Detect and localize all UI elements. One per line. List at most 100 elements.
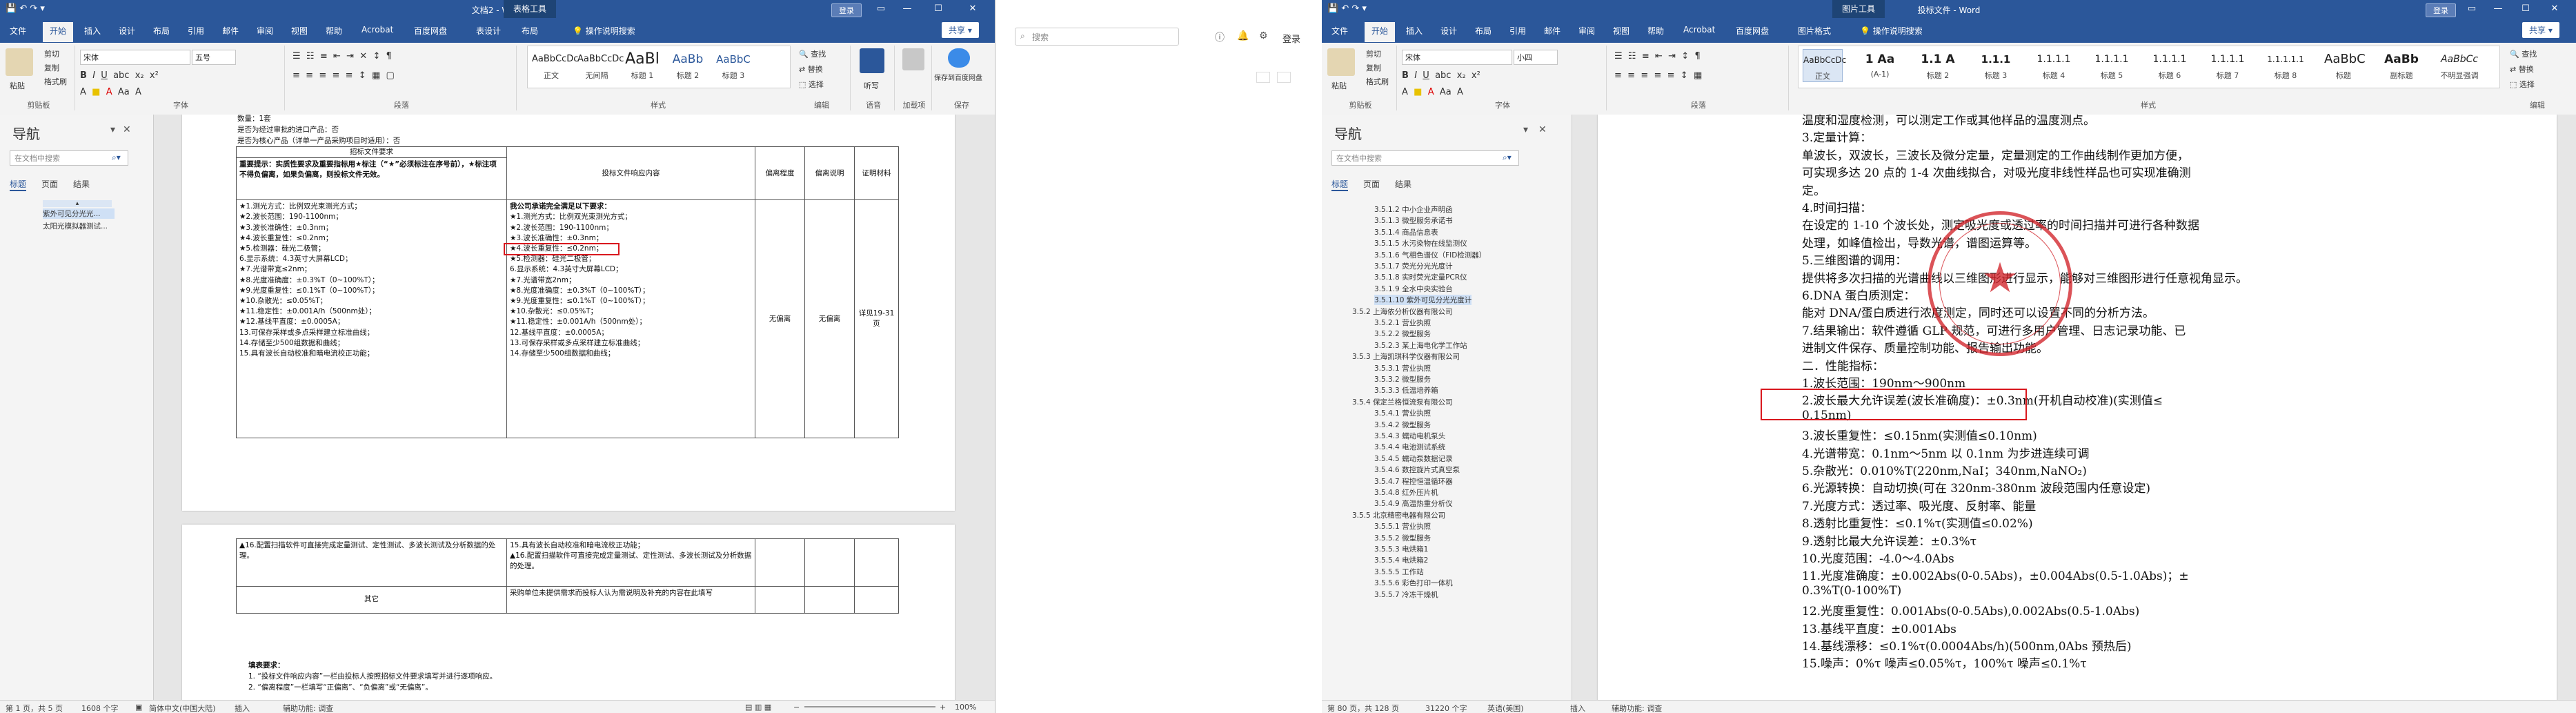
format-painter-button[interactable]: 格式刷 bbox=[44, 76, 67, 87]
tab-insert[interactable]: 插入 bbox=[1406, 25, 1423, 37]
nav-heading-item[interactable]: 3.5.4.5 蠕动泵数据记录 bbox=[1374, 453, 1453, 464]
copy-button[interactable]: 复制 bbox=[44, 62, 59, 73]
nav-heading-item[interactable]: 3.5.5 北京精密电器有限公司 bbox=[1352, 510, 1445, 520]
status-zoom[interactable]: 100% bbox=[955, 703, 976, 712]
nav-heading-item[interactable]: 3.5.5.3 电烘箱1 bbox=[1374, 544, 1428, 554]
status-accessibility[interactable]: 辅助功能: 调查 bbox=[283, 703, 333, 713]
format-painter-button[interactable]: 格式刷 bbox=[1366, 76, 1389, 87]
nav-heading-item[interactable]: 3.5.1.8 实时荧光定量PCR仪 bbox=[1374, 272, 1467, 282]
status-page[interactable]: 第 1 页，共 5 页 bbox=[6, 703, 63, 713]
tab-home[interactable]: 开始 bbox=[43, 22, 74, 42]
tab-insert[interactable]: 插入 bbox=[84, 25, 101, 37]
tell-me-search[interactable]: 💡 操作说明搜索 bbox=[573, 25, 635, 37]
font-format-row[interactable]: B I U abc x₂ x² bbox=[80, 70, 159, 81]
cut-button[interactable]: 剪切 bbox=[1366, 48, 1381, 59]
nav-heading-item[interactable]: 3.5.1.5 水污染物在线监测仪 bbox=[1374, 238, 1467, 248]
nav-heading-item[interactable]: 紫外可见分光光... bbox=[43, 208, 115, 219]
nav-heading-item[interactable]: 太阳光模拟器测试... bbox=[43, 221, 108, 231]
nav-heading-item[interactable]: 3.5.1.10 紫外可见分光光度计 bbox=[1374, 295, 1472, 306]
zoom-slider[interactable] bbox=[804, 706, 935, 707]
font-color-row[interactable]: A ■ A Aa A bbox=[1402, 87, 1463, 97]
list-buttons[interactable]: ☰ ☷ ≡ ⇤ ⇥ ↕ ¶ bbox=[1614, 51, 1701, 61]
align-buttons[interactable]: ≡ ≡ ≡ ≡ ≡ ↕ ▦ bbox=[1614, 70, 1702, 81]
ribbon-display-icon[interactable]: ▭ bbox=[871, 3, 891, 14]
select-button[interactable]: ⬚ 选择 bbox=[2510, 79, 2535, 90]
tab-view[interactable]: 视图 bbox=[1613, 25, 1629, 37]
nav-heading-item[interactable]: 3.5.4.9 高温热重分析仪 bbox=[1374, 498, 1453, 509]
tab-file[interactable]: 文件 bbox=[1331, 25, 1348, 37]
nav-heading-item[interactable]: 3.5.1.3 微型服务承诺书 bbox=[1374, 215, 1453, 226]
view-buttons[interactable]: ▤ ▥ ▦ bbox=[745, 703, 771, 712]
tab-layout[interactable]: 布局 bbox=[153, 25, 170, 37]
nav-heading-item[interactable]: 3.5.3.3 低温培养箱 bbox=[1374, 385, 1438, 395]
status-words[interactable]: 31220 个字 bbox=[1425, 703, 1467, 713]
tab-references[interactable]: 引用 bbox=[188, 25, 204, 37]
nav-heading-item[interactable]: 3.5.4 保定兰格恒流泵有限公司 bbox=[1352, 397, 1453, 407]
tab-home[interactable]: 开始 bbox=[1365, 22, 1396, 42]
style-item[interactable]: 1.1.1.1 标题 4 bbox=[2034, 49, 2073, 81]
align-buttons[interactable]: ≡ ≡ ≡ ≡ ≡ ↕ ▦ ▢ bbox=[293, 70, 395, 81]
nav-tab-results[interactable]: 结果 bbox=[1395, 178, 1411, 190]
paste-button[interactable]: 粘贴 bbox=[10, 80, 25, 91]
nav-tab-pages[interactable]: 页面 bbox=[1363, 178, 1380, 190]
style-item[interactable]: AaBb 副标题 bbox=[2382, 49, 2421, 81]
status-page[interactable]: 第 80 页，共 128 页 bbox=[1327, 703, 1399, 713]
nav-heading-item[interactable]: 3.5.4.6 数控旋片式真空泵 bbox=[1374, 465, 1460, 475]
tab-table-design[interactable]: 表设计 bbox=[476, 25, 501, 37]
baidu-cloud-icon[interactable] bbox=[948, 48, 970, 68]
paste-icon[interactable] bbox=[1327, 48, 1355, 76]
nav-heading-item[interactable]: 3.5.1.7 荧光分光光度计 bbox=[1374, 261, 1453, 271]
search-icon[interactable]: ⌕▾ bbox=[112, 153, 121, 163]
nav-heading-item[interactable]: 3.5.4.4 电池测试系统 bbox=[1374, 442, 1445, 452]
style-item[interactable]: 1 Aa (A-1) bbox=[1861, 49, 1899, 79]
tab-acrobat[interactable]: Acrobat bbox=[1683, 25, 1715, 35]
middle-search-input[interactable]: 搜索 bbox=[1015, 28, 1179, 46]
tab-table-layout[interactable]: 布局 bbox=[522, 25, 538, 37]
tab-acrobat[interactable]: Acrobat bbox=[361, 25, 393, 35]
style-item[interactable]: 1.1.1.1 标题 5 bbox=[2092, 49, 2131, 81]
find-button[interactable]: 🔍 查找 bbox=[2510, 48, 2537, 59]
style-item[interactable]: 1.1.1 标题 3 bbox=[1976, 49, 2015, 81]
nav-close-icon[interactable]: ✕ bbox=[1538, 124, 1547, 135]
nav-heading-item[interactable]: 3.5.4.7 程控恒温循环器 bbox=[1374, 476, 1453, 487]
save-to-baidu-button[interactable]: 保存到百度网盘 bbox=[934, 72, 982, 82]
nav-heading-item[interactable]: 3.5.3.1 营业执照 bbox=[1374, 363, 1431, 373]
nav-heading-item[interactable]: 3.5.5.7 冷冻干燥机 bbox=[1374, 589, 1438, 600]
grid-view-icon[interactable] bbox=[1256, 72, 1270, 83]
status-words[interactable]: 1608 个字 bbox=[81, 703, 119, 713]
close-icon[interactable]: ✕ bbox=[962, 3, 983, 14]
list-buttons[interactable]: ☰ ☷ ≡ ⇤ ⇥ ✕ ↕ ¶ bbox=[293, 51, 392, 61]
nav-heading-item[interactable]: 3.5.4.1 营业执照 bbox=[1374, 408, 1431, 418]
minimize-icon[interactable]: — bbox=[2488, 3, 2508, 14]
tab-file[interactable]: 文件 bbox=[10, 25, 26, 37]
style-item[interactable]: AaBl 标题 1 bbox=[623, 49, 662, 81]
settings-icon[interactable]: ⚙ bbox=[1259, 30, 1268, 41]
style-item[interactable]: AaBbC 标题 bbox=[2324, 49, 2366, 81]
tab-mailings[interactable]: 邮件 bbox=[1544, 25, 1561, 37]
font-size-select[interactable]: 小四 bbox=[1514, 50, 1558, 65]
share-button[interactable]: 共享 ▾ bbox=[2522, 22, 2559, 38]
style-item[interactable]: AaBbCcDc 正文 bbox=[1803, 49, 1846, 82]
minimize-icon[interactable]: — bbox=[897, 3, 918, 14]
style-item[interactable]: 1.1.1.1 标题 7 bbox=[2208, 49, 2247, 81]
replace-button[interactable]: ⇄ 替换 bbox=[799, 64, 823, 75]
nav-tab-headings[interactable]: 标题 bbox=[1331, 178, 1349, 191]
nav-tab-results[interactable]: 结果 bbox=[73, 178, 90, 190]
tab-view[interactable]: 视图 bbox=[291, 25, 308, 37]
tab-design[interactable]: 设计 bbox=[119, 25, 135, 37]
tab-design[interactable]: 设计 bbox=[1440, 25, 1457, 37]
login-button[interactable]: 登录 bbox=[2426, 3, 2456, 17]
dictate-button[interactable]: 听写 bbox=[864, 80, 879, 91]
style-item[interactable]: 1.1.1.1 标题 6 bbox=[2150, 49, 2189, 81]
nav-heading-item[interactable]: 3.5.1.2 中小企业声明函 bbox=[1374, 204, 1453, 215]
zoom-in-icon[interactable]: + bbox=[940, 703, 946, 712]
nav-heading-item[interactable]: 3.5.5.5 工作站 bbox=[1374, 567, 1424, 577]
search-icon[interactable]: ⌕▾ bbox=[1503, 153, 1512, 163]
nav-heading-item[interactable]: 3.5.1.9 全水中央实验台 bbox=[1374, 284, 1453, 294]
nav-heading-item[interactable]: 3.5.2.3 某上海电化学工作站 bbox=[1374, 340, 1467, 351]
proofing-icon[interactable]: ▣ bbox=[135, 703, 142, 712]
nav-heading-item[interactable]: 3.5.1.4 商品信息表 bbox=[1374, 227, 1438, 237]
tab-review[interactable]: 审阅 bbox=[1578, 25, 1595, 37]
maximize-icon[interactable]: ☐ bbox=[2515, 3, 2536, 14]
close-icon[interactable]: ✕ bbox=[2544, 3, 2565, 14]
